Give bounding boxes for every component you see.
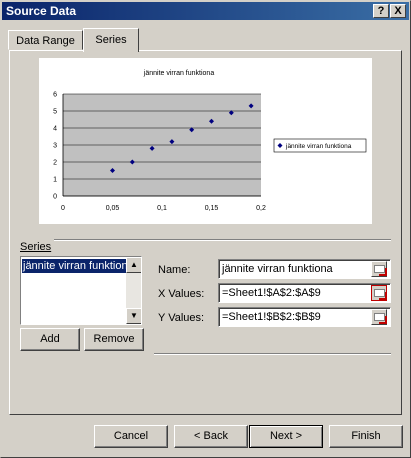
close-button[interactable]: X [390,4,406,18]
y-tick-label: 2 [53,160,57,167]
y-tick-label: 3 [53,143,57,150]
x-tick-label: 0,1 [157,205,167,212]
x-values-label: X Values: [158,288,205,300]
tab-series[interactable]: Series [83,28,139,52]
name-collapse-icon[interactable] [371,261,387,277]
series-group-divider [54,239,391,241]
y-tick-label: 0 [53,194,57,201]
series-group-label: Series [20,241,51,253]
scroll-down-arrow-icon[interactable]: ▼ [126,308,141,324]
tab-data-range[interactable]: Data Range [8,30,83,50]
title-bar: Source Data ? X [2,2,409,20]
name-label: Name: [158,264,191,276]
series-listbox[interactable]: jännite virran funktiona ▲ ▼ [20,256,142,325]
name-field[interactable]: jännite virran funktiona [218,259,391,279]
next-button[interactable]: Next > [249,425,323,448]
remove-button[interactable]: Remove [84,328,144,351]
finish-button[interactable]: Finish [329,425,403,448]
help-button[interactable]: ? [373,4,389,18]
x-tick-label: 0,2 [256,205,266,212]
y-tick-label: 4 [53,126,57,133]
scroll-up-arrow-icon[interactable]: ▲ [126,257,141,273]
y-tick-label: 6 [53,92,57,99]
x-tick-label: 0 [61,205,65,212]
legend-entry: jännite virran funktiona [285,143,352,150]
chart-title: jännite virran funktiona [143,70,215,77]
dialog-title: Source Data [6,4,77,18]
y-values-collapse-icon[interactable] [371,309,387,325]
fields-divider [154,353,391,355]
series-group-label-text: Series [20,241,52,253]
y-values-label: Y Values: [158,312,205,324]
x-values-collapse-icon[interactable] [371,285,387,301]
scatter-chart: jännite virran funktiona 0 1 2 3 4 5 6 0 0,05 0,1 0… [53,70,367,212]
series-list-scrollbar[interactable]: ▲ ▼ [126,257,141,324]
source-data-dialog: Source Data ? X Data Range Series jännit… [0,0,411,458]
add-button[interactable]: Add [20,328,80,351]
y-values-field[interactable]: =Sheet1!$B$2:$B$9 [218,307,391,327]
y-tick-label: 5 [53,109,57,116]
back-button[interactable]: < Back [174,425,248,448]
x-tick-label: 0,05 [106,205,120,212]
x-values-field[interactable]: =Sheet1!$A$2:$A$9 [218,283,391,303]
chart-preview: jännite virran funktiona 0 1 2 3 4 5 6 0 0,05 0,1 0… [39,58,372,224]
x-tick-label: 0,15 [205,205,219,212]
cancel-button[interactable]: Cancel [94,425,168,448]
y-tick-label: 1 [53,177,57,184]
series-list-item[interactable]: jännite virran funktiona [22,259,127,273]
